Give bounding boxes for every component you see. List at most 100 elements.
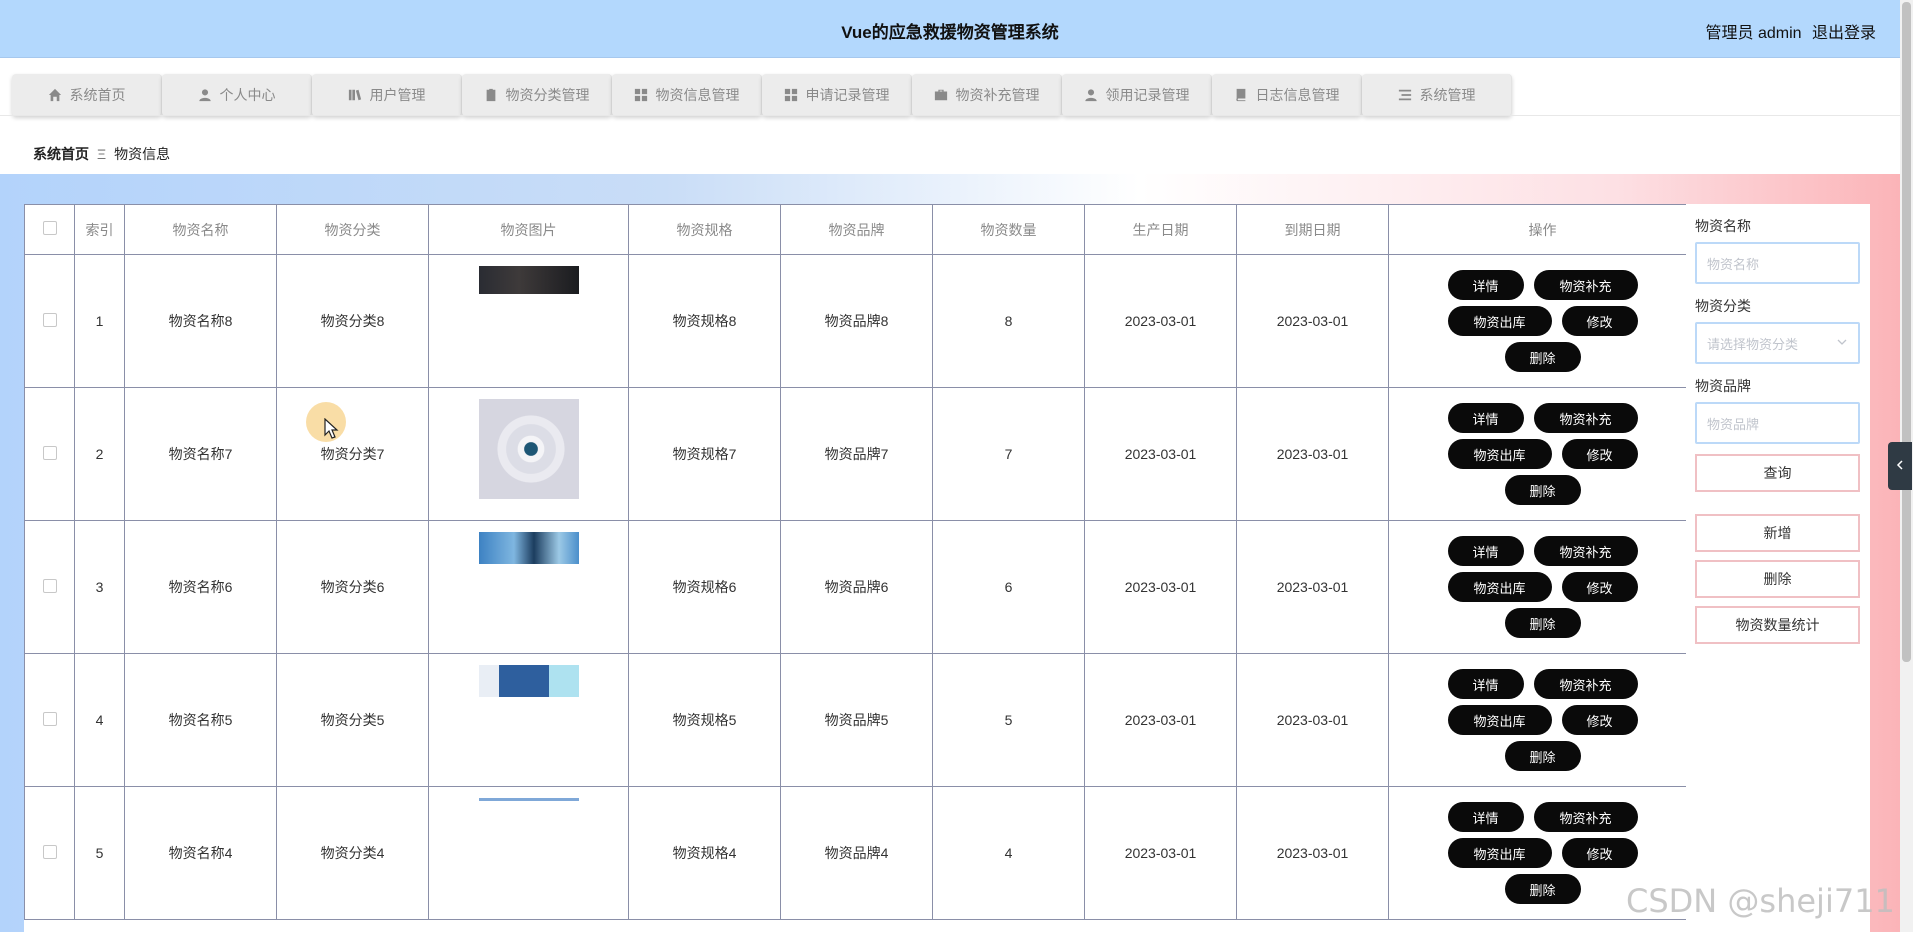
select-all-cell[interactable] [24, 204, 75, 255]
app-title: Vue的应急救援物资管理系统 [841, 23, 1059, 42]
detail-button[interactable]: 详情 [1447, 669, 1524, 699]
logout-link[interactable]: 退出登录 [1812, 25, 1876, 42]
cell-expire-date: 2023-03-01 [1236, 653, 1389, 787]
nav-item-application-records[interactable]: 申请记录管理 [762, 74, 912, 116]
detail-button[interactable]: 详情 [1447, 403, 1524, 433]
detail-button[interactable]: 详情 [1447, 270, 1524, 300]
outbound-button[interactable]: 物资出库 [1447, 705, 1552, 735]
supply-image[interactable] [478, 399, 579, 499]
row-checkbox[interactable] [42, 312, 57, 327]
row-actions: 详情 物资补充 物资出库 修改 删除 [1443, 403, 1643, 505]
supply-image[interactable] [478, 266, 579, 366]
cell-name: 物资名称6 [124, 520, 277, 654]
cell-spec: 物资规格8 [628, 254, 781, 388]
edit-button[interactable]: 修改 [1561, 705, 1638, 735]
cell-category: 物资分类4 [276, 786, 429, 920]
chevron-left-icon [1895, 457, 1905, 475]
name-input[interactable]: 物资名称 [1695, 242, 1860, 284]
delete-button[interactable]: 删除 [1504, 741, 1581, 771]
batch-delete-button[interactable]: 删除 [1695, 560, 1860, 598]
cell-made-date: 2023-03-01 [1084, 254, 1237, 388]
breadcrumb-separator: Ξ [97, 146, 107, 162]
breadcrumb: 系统首页 Ξ 物资信息 [33, 144, 170, 164]
cell-index: 1 [74, 254, 125, 388]
replenish-button[interactable]: 物资补充 [1533, 536, 1638, 566]
grid-icon [634, 88, 648, 102]
delete-button[interactable]: 删除 [1504, 342, 1581, 372]
nav-label: 用户管理 [369, 87, 426, 103]
row-actions: 详情 物资补充 物资出库 修改 删除 [1443, 536, 1643, 638]
column-header: 物资数量 [932, 204, 1085, 255]
outbound-button[interactable]: 物资出库 [1447, 838, 1552, 868]
cell-spec: 物资规格7 [628, 387, 781, 521]
replenish-button[interactable]: 物资补充 [1533, 403, 1638, 433]
replenish-button[interactable]: 物资补充 [1533, 802, 1638, 832]
nav-item-info-management[interactable]: 物资信息管理 [612, 74, 762, 116]
book-icon [1234, 88, 1248, 102]
edit-button[interactable]: 修改 [1561, 838, 1638, 868]
nav-item-replenish-management[interactable]: 物资补充管理 [912, 74, 1062, 116]
outbound-button[interactable]: 物资出库 [1447, 439, 1552, 469]
supply-image[interactable] [478, 532, 579, 632]
detail-button[interactable]: 详情 [1447, 536, 1524, 566]
clipboard-icon [484, 88, 498, 102]
nav-item-personal-center[interactable]: 个人中心 [162, 74, 312, 116]
edit-button[interactable]: 修改 [1561, 306, 1638, 336]
user-area: 管理员 admin 退出登录 [1700, 19, 1877, 43]
cell-brand: 物资品牌4 [780, 786, 933, 920]
column-header: 索引 [74, 204, 125, 255]
nav-divider [0, 115, 1900, 116]
replenish-button[interactable]: 物资补充 [1533, 669, 1638, 699]
brand-input[interactable]: 物资品牌 [1695, 402, 1860, 444]
nav-item-category-management[interactable]: 物资分类管理 [462, 74, 612, 116]
grid-icon [784, 88, 798, 102]
column-header: 操作 [1388, 204, 1686, 255]
nav-item-receive-records[interactable]: 领用记录管理 [1062, 74, 1212, 116]
edit-button[interactable]: 修改 [1561, 439, 1638, 469]
stats-button[interactable]: 物资数量统计 [1695, 606, 1860, 644]
cell-category: 物资分类5 [276, 653, 429, 787]
query-button[interactable]: 查询 [1695, 454, 1860, 492]
main-nav: 系统首页 个人中心 用户管理 物资分类管理 物资信息管理 申请记录管理 物资补充… [12, 74, 1512, 116]
detail-button[interactable]: 详情 [1447, 802, 1524, 832]
nav-item-user-management[interactable]: 用户管理 [312, 74, 462, 116]
scrollbar-thumb[interactable] [1902, 2, 1911, 662]
row-checkbox[interactable] [42, 844, 57, 859]
row-checkbox[interactable] [42, 445, 57, 460]
supply-image[interactable] [478, 665, 579, 765]
outbound-button[interactable]: 物资出库 [1447, 306, 1552, 336]
category-placeholder: 请选择物资分类 [1707, 336, 1799, 352]
cell-expire-date: 2023-03-01 [1236, 387, 1389, 521]
data-table-container: 索引 物资名称 物资分类 物资图片 物资规格 物资品牌 物资数量 生产日期 到期… [24, 204, 1686, 932]
cell-index: 5 [74, 786, 125, 920]
list-icon [1398, 88, 1412, 102]
replenish-button[interactable]: 物资补充 [1533, 270, 1638, 300]
column-header: 物资品牌 [780, 204, 933, 255]
brand-label: 物资品牌 [1695, 378, 1751, 394]
select-all-checkbox[interactable] [42, 221, 57, 235]
cell-brand: 物资品牌8 [780, 254, 933, 388]
cell-index: 3 [74, 520, 125, 654]
search-panel: 物资名称 物资名称 物资分类 请选择物资分类 物资品牌 物资品牌 查询 新增 删… [1686, 204, 1870, 932]
cell-name: 物资名称4 [124, 786, 277, 920]
supply-image[interactable] [478, 798, 579, 898]
user-label: 管理员 admin [1705, 25, 1802, 42]
home-icon [48, 88, 62, 102]
delete-button[interactable]: 删除 [1504, 874, 1581, 904]
delete-button[interactable]: 删除 [1504, 475, 1581, 505]
nav-label: 系统管理 [1419, 87, 1476, 103]
nav-item-log-management[interactable]: 日志信息管理 [1212, 74, 1362, 116]
edit-button[interactable]: 修改 [1561, 572, 1638, 602]
nav-item-system-management[interactable]: 系统管理 [1362, 74, 1512, 116]
side-toggle-button[interactable] [1888, 442, 1912, 490]
delete-button[interactable]: 删除 [1504, 608, 1581, 638]
outbound-button[interactable]: 物资出库 [1447, 572, 1552, 602]
row-checkbox[interactable] [42, 711, 57, 726]
table-row: 3 物资名称6 物资分类6 物资规格6 物资品牌6 6 2023-03-01 2… [24, 520, 1686, 654]
cell-expire-date: 2023-03-01 [1236, 786, 1389, 920]
row-checkbox[interactable] [42, 578, 57, 593]
category-select[interactable]: 请选择物资分类 [1695, 322, 1860, 364]
add-button[interactable]: 新增 [1695, 514, 1860, 552]
breadcrumb-home[interactable]: 系统首页 [33, 146, 89, 162]
nav-item-home[interactable]: 系统首页 [12, 74, 162, 116]
